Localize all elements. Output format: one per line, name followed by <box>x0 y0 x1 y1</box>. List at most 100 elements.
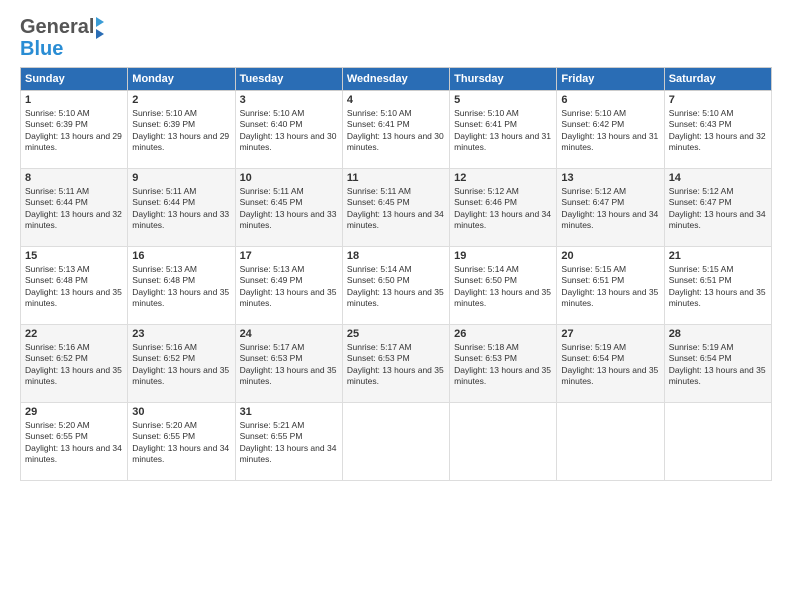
calendar-cell: 20 Sunrise: 5:15 AMSunset: 6:51 PMDayligh… <box>557 247 664 325</box>
calendar-cell: 9 Sunrise: 5:11 AMSunset: 6:44 PMDaylight… <box>128 169 235 247</box>
day-header-friday: Friday <box>557 68 664 91</box>
cell-info: Sunrise: 5:14 AMSunset: 6:50 PMDaylight:… <box>454 264 552 310</box>
calendar-cell: 15 Sunrise: 5:13 AMSunset: 6:48 PMDayligh… <box>21 247 128 325</box>
cell-info: Sunrise: 5:10 AMSunset: 6:39 PMDaylight:… <box>25 108 123 154</box>
calendar-cell <box>450 403 557 481</box>
cell-info: Sunrise: 5:10 AMSunset: 6:39 PMDaylight:… <box>132 108 230 154</box>
day-number: 16 <box>132 250 230 262</box>
day-number: 14 <box>669 172 767 184</box>
day-number: 1 <box>25 94 123 106</box>
day-number: 27 <box>561 328 659 340</box>
calendar-cell: 28 Sunrise: 5:19 AMSunset: 6:54 PMDayligh… <box>664 325 771 403</box>
day-number: 2 <box>132 94 230 106</box>
calendar-cell: 22 Sunrise: 5:16 AMSunset: 6:52 PMDayligh… <box>21 325 128 403</box>
day-number: 9 <box>132 172 230 184</box>
day-number: 20 <box>561 250 659 262</box>
calendar-week-2: 8 Sunrise: 5:11 AMSunset: 6:44 PMDaylight… <box>21 169 772 247</box>
day-number: 19 <box>454 250 552 262</box>
day-number: 25 <box>347 328 445 340</box>
calendar-cell: 5 Sunrise: 5:10 AMSunset: 6:41 PMDaylight… <box>450 91 557 169</box>
cell-info: Sunrise: 5:16 AMSunset: 6:52 PMDaylight:… <box>25 342 123 388</box>
day-number: 29 <box>25 406 123 418</box>
cell-info: Sunrise: 5:15 AMSunset: 6:51 PMDaylight:… <box>669 264 767 310</box>
day-header-thursday: Thursday <box>450 68 557 91</box>
cell-info: Sunrise: 5:10 AMSunset: 6:43 PMDaylight:… <box>669 108 767 154</box>
calendar-cell: 2 Sunrise: 5:10 AMSunset: 6:39 PMDaylight… <box>128 91 235 169</box>
calendar-cell: 6 Sunrise: 5:10 AMSunset: 6:42 PMDaylight… <box>557 91 664 169</box>
calendar-week-3: 15 Sunrise: 5:13 AMSunset: 6:48 PMDayligh… <box>21 247 772 325</box>
day-number: 15 <box>25 250 123 262</box>
calendar-cell <box>342 403 449 481</box>
day-number: 23 <box>132 328 230 340</box>
calendar-cell: 16 Sunrise: 5:13 AMSunset: 6:48 PMDayligh… <box>128 247 235 325</box>
calendar-cell: 30 Sunrise: 5:20 AMSunset: 6:55 PMDayligh… <box>128 403 235 481</box>
day-number: 4 <box>347 94 445 106</box>
calendar-cell: 25 Sunrise: 5:17 AMSunset: 6:53 PMDayligh… <box>342 325 449 403</box>
calendar-cell: 31 Sunrise: 5:21 AMSunset: 6:55 PMDayligh… <box>235 403 342 481</box>
calendar-cell: 14 Sunrise: 5:12 AMSunset: 6:47 PMDayligh… <box>664 169 771 247</box>
calendar-cell: 8 Sunrise: 5:11 AMSunset: 6:44 PMDaylight… <box>21 169 128 247</box>
calendar-cell: 7 Sunrise: 5:10 AMSunset: 6:43 PMDaylight… <box>664 91 771 169</box>
cell-info: Sunrise: 5:19 AMSunset: 6:54 PMDaylight:… <box>669 342 767 388</box>
day-number: 31 <box>240 406 338 418</box>
calendar-cell: 26 Sunrise: 5:18 AMSunset: 6:53 PMDayligh… <box>450 325 557 403</box>
cell-info: Sunrise: 5:11 AMSunset: 6:44 PMDaylight:… <box>132 186 230 232</box>
cell-info: Sunrise: 5:20 AMSunset: 6:55 PMDaylight:… <box>25 420 123 466</box>
calendar-cell: 17Sunrise: 5:13 AMSunset: 6:49 PMDayligh… <box>235 247 342 325</box>
day-number: 13 <box>561 172 659 184</box>
cell-info: Sunrise: 5:13 AMSunset: 6:49 PMDaylight:… <box>240 264 338 310</box>
day-number: 30 <box>132 406 230 418</box>
cell-info: Sunrise: 5:16 AMSunset: 6:52 PMDaylight:… <box>132 342 230 388</box>
cell-info: Sunrise: 5:10 AMSunset: 6:41 PMDaylight:… <box>454 108 552 154</box>
day-number: 24 <box>240 328 338 340</box>
cell-info: Sunrise: 5:18 AMSunset: 6:53 PMDaylight:… <box>454 342 552 388</box>
day-header-sunday: Sunday <box>21 68 128 91</box>
day-number: 7 <box>669 94 767 106</box>
cell-info: Sunrise: 5:11 AMSunset: 6:45 PMDaylight:… <box>240 186 338 232</box>
day-number: 18 <box>347 250 445 262</box>
calendar-cell: 24 Sunrise: 5:17 AMSunset: 6:53 PMDayligh… <box>235 325 342 403</box>
cell-info: Sunrise: 5:12 AMSunset: 6:46 PMDaylight:… <box>454 186 552 232</box>
calendar-cell: 23 Sunrise: 5:16 AMSunset: 6:52 PMDayligh… <box>128 325 235 403</box>
day-number: 3 <box>240 94 338 106</box>
calendar-cell: 3 Sunrise: 5:10 AMSunset: 6:40 PMDaylight… <box>235 91 342 169</box>
day-header-tuesday: Tuesday <box>235 68 342 91</box>
calendar-cell: 10Sunrise: 5:11 AMSunset: 6:45 PMDayligh… <box>235 169 342 247</box>
calendar-cell <box>664 403 771 481</box>
day-number: 6 <box>561 94 659 106</box>
calendar-week-4: 22 Sunrise: 5:16 AMSunset: 6:52 PMDayligh… <box>21 325 772 403</box>
calendar-cell: 11 Sunrise: 5:11 AMSunset: 6:45 PMDayligh… <box>342 169 449 247</box>
day-header-monday: Monday <box>128 68 235 91</box>
logo-general-text: General <box>20 16 94 39</box>
calendar-cell: 1 Sunrise: 5:10 AMSunset: 6:39 PMDaylight… <box>21 91 128 169</box>
cell-info: Sunrise: 5:15 AMSunset: 6:51 PMDaylight:… <box>561 264 659 310</box>
cell-info: Sunrise: 5:17 AMSunset: 6:53 PMDaylight:… <box>347 342 445 388</box>
cell-info: Sunrise: 5:12 AMSunset: 6:47 PMDaylight:… <box>561 186 659 232</box>
day-number: 5 <box>454 94 552 106</box>
cell-info: Sunrise: 5:14 AMSunset: 6:50 PMDaylight:… <box>347 264 445 310</box>
cell-info: Sunrise: 5:10 AMSunset: 6:40 PMDaylight:… <box>240 108 338 154</box>
day-number: 28 <box>669 328 767 340</box>
day-number: 11 <box>347 172 445 184</box>
cell-info: Sunrise: 5:11 AMSunset: 6:45 PMDaylight:… <box>347 186 445 232</box>
calendar-cell: 27 Sunrise: 5:19 AMSunset: 6:54 PMDayligh… <box>557 325 664 403</box>
cell-info: Sunrise: 5:17 AMSunset: 6:53 PMDaylight:… <box>240 342 338 388</box>
cell-info: Sunrise: 5:13 AMSunset: 6:48 PMDaylight:… <box>25 264 123 310</box>
calendar-cell: 21Sunrise: 5:15 AMSunset: 6:51 PMDayligh… <box>664 247 771 325</box>
cell-info: Sunrise: 5:21 AMSunset: 6:55 PMDaylight:… <box>240 420 338 466</box>
day-number: 22 <box>25 328 123 340</box>
day-number: 8 <box>25 172 123 184</box>
cell-info: Sunrise: 5:12 AMSunset: 6:47 PMDaylight:… <box>669 186 767 232</box>
day-header-saturday: Saturday <box>664 68 771 91</box>
cell-info: Sunrise: 5:10 AMSunset: 6:42 PMDaylight:… <box>561 108 659 154</box>
cell-info: Sunrise: 5:13 AMSunset: 6:48 PMDaylight:… <box>132 264 230 310</box>
calendar-week-1: 1 Sunrise: 5:10 AMSunset: 6:39 PMDaylight… <box>21 91 772 169</box>
cell-info: Sunrise: 5:11 AMSunset: 6:44 PMDaylight:… <box>25 186 123 232</box>
cell-info: Sunrise: 5:19 AMSunset: 6:54 PMDaylight:… <box>561 342 659 388</box>
day-number: 26 <box>454 328 552 340</box>
logo: General Blue <box>20 16 104 59</box>
day-header-wednesday: Wednesday <box>342 68 449 91</box>
calendar-cell: 19 Sunrise: 5:14 AMSunset: 6:50 PMDayligh… <box>450 247 557 325</box>
calendar-cell: 13 Sunrise: 5:12 AMSunset: 6:47 PMDayligh… <box>557 169 664 247</box>
cell-info: Sunrise: 5:20 AMSunset: 6:55 PMDaylight:… <box>132 420 230 466</box>
